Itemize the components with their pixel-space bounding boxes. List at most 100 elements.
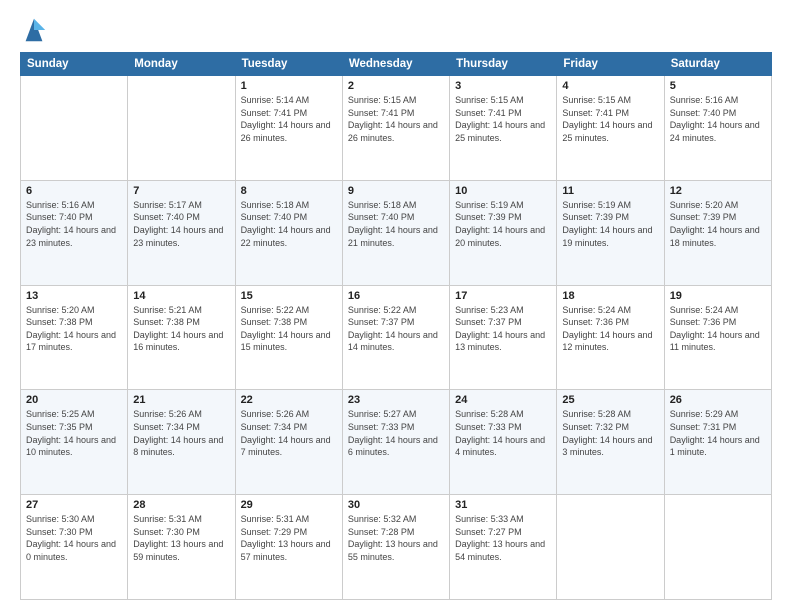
calendar-week-2: 6 Sunrise: 5:16 AM Sunset: 7:40 PM Daylig…	[21, 180, 772, 285]
day-number: 4	[562, 80, 658, 92]
day-info: Sunrise: 5:31 AM Sunset: 7:30 PM Dayligh…	[133, 513, 229, 563]
day-info: Sunrise: 5:20 AM Sunset: 7:38 PM Dayligh…	[26, 304, 122, 354]
day-number: 14	[133, 290, 229, 302]
calendar-cell: 29 Sunrise: 5:31 AM Sunset: 7:29 PM Dayli…	[235, 495, 342, 600]
calendar-cell: 16 Sunrise: 5:22 AM Sunset: 7:37 PM Dayli…	[342, 285, 449, 390]
day-info: Sunrise: 5:26 AM Sunset: 7:34 PM Dayligh…	[241, 408, 337, 458]
calendar-cell: 25 Sunrise: 5:28 AM Sunset: 7:32 PM Dayli…	[557, 390, 664, 495]
calendar-cell: 31Sunrise: 5:33 AM Sunset: 7:27 PM Dayli…	[450, 495, 557, 600]
calendar-cell: 28 Sunrise: 5:31 AM Sunset: 7:30 PM Dayli…	[128, 495, 235, 600]
calendar-cell: 11 Sunrise: 5:19 AM Sunset: 7:39 PM Dayli…	[557, 180, 664, 285]
day-info: Sunrise: 5:15 AM Sunset: 7:41 PM Dayligh…	[455, 94, 551, 144]
day-number: 30	[348, 499, 444, 511]
calendar-week-3: 13 Sunrise: 5:20 AM Sunset: 7:38 PM Dayli…	[21, 285, 772, 390]
calendar-week-5: 27 Sunrise: 5:30 AM Sunset: 7:30 PM Dayli…	[21, 495, 772, 600]
day-number: 1	[241, 80, 337, 92]
column-header-tuesday: Tuesday	[235, 53, 342, 76]
day-number: 19	[670, 290, 766, 302]
day-info: Sunrise: 5:24 AM Sunset: 7:36 PM Dayligh…	[562, 304, 658, 354]
day-number: 26	[670, 394, 766, 406]
calendar-cell: 21 Sunrise: 5:26 AM Sunset: 7:34 PM Dayli…	[128, 390, 235, 495]
calendar-cell: 3 Sunrise: 5:15 AM Sunset: 7:41 PM Daylig…	[450, 76, 557, 181]
calendar-week-4: 20 Sunrise: 5:25 AM Sunset: 7:35 PM Dayli…	[21, 390, 772, 495]
day-number: 22	[241, 394, 337, 406]
day-info: Sunrise: 5:31 AM Sunset: 7:29 PM Dayligh…	[241, 513, 337, 563]
day-number: 23	[348, 394, 444, 406]
calendar-cell: 9Sunrise: 5:18 AM Sunset: 7:40 PM Daylig…	[342, 180, 449, 285]
calendar-cell: 17Sunrise: 5:23 AM Sunset: 7:37 PM Dayli…	[450, 285, 557, 390]
day-number: 29	[241, 499, 337, 511]
calendar-cell: 12Sunrise: 5:20 AM Sunset: 7:39 PM Dayli…	[664, 180, 771, 285]
day-info: Sunrise: 5:14 AM Sunset: 7:41 PM Dayligh…	[241, 94, 337, 144]
day-info: Sunrise: 5:15 AM Sunset: 7:41 PM Dayligh…	[348, 94, 444, 144]
day-info: Sunrise: 5:22 AM Sunset: 7:37 PM Dayligh…	[348, 304, 444, 354]
column-header-saturday: Saturday	[664, 53, 771, 76]
calendar-cell: 24Sunrise: 5:28 AM Sunset: 7:33 PM Dayli…	[450, 390, 557, 495]
calendar-cell: 15Sunrise: 5:22 AM Sunset: 7:38 PM Dayli…	[235, 285, 342, 390]
calendar-cell: 22 Sunrise: 5:26 AM Sunset: 7:34 PM Dayli…	[235, 390, 342, 495]
column-header-friday: Friday	[557, 53, 664, 76]
calendar-cell: 10 Sunrise: 5:19 AM Sunset: 7:39 PM Dayli…	[450, 180, 557, 285]
day-number: 16	[348, 290, 444, 302]
day-number: 8	[241, 185, 337, 197]
header	[20, 16, 772, 44]
calendar-cell: 20 Sunrise: 5:25 AM Sunset: 7:35 PM Dayli…	[21, 390, 128, 495]
day-info: Sunrise: 5:16 AM Sunset: 7:40 PM Dayligh…	[26, 199, 122, 249]
calendar-table: SundayMondayTuesdayWednesdayThursdayFrid…	[20, 52, 772, 600]
day-info: Sunrise: 5:21 AM Sunset: 7:38 PM Dayligh…	[133, 304, 229, 354]
calendar-cell: 6 Sunrise: 5:16 AM Sunset: 7:40 PM Daylig…	[21, 180, 128, 285]
day-number: 7	[133, 185, 229, 197]
day-info: Sunrise: 5:29 AM Sunset: 7:31 PM Dayligh…	[670, 408, 766, 458]
calendar-cell: 4 Sunrise: 5:15 AM Sunset: 7:41 PM Daylig…	[557, 76, 664, 181]
day-info: Sunrise: 5:16 AM Sunset: 7:40 PM Dayligh…	[670, 94, 766, 144]
calendar-cell	[664, 495, 771, 600]
day-number: 20	[26, 394, 122, 406]
calendar-cell: 14 Sunrise: 5:21 AM Sunset: 7:38 PM Dayli…	[128, 285, 235, 390]
calendar-cell	[21, 76, 128, 181]
day-info: Sunrise: 5:15 AM Sunset: 7:41 PM Dayligh…	[562, 94, 658, 144]
page: SundayMondayTuesdayWednesdayThursdayFrid…	[0, 0, 792, 612]
column-header-wednesday: Wednesday	[342, 53, 449, 76]
column-header-monday: Monday	[128, 53, 235, 76]
day-info: Sunrise: 5:20 AM Sunset: 7:39 PM Dayligh…	[670, 199, 766, 249]
calendar-body: 1 Sunrise: 5:14 AM Sunset: 7:41 PM Daylig…	[21, 76, 772, 600]
calendar-cell: 5Sunrise: 5:16 AM Sunset: 7:40 PM Daylig…	[664, 76, 771, 181]
logo-icon	[20, 16, 48, 44]
day-number: 28	[133, 499, 229, 511]
day-number: 15	[241, 290, 337, 302]
calendar-cell: 26 Sunrise: 5:29 AM Sunset: 7:31 PM Dayli…	[664, 390, 771, 495]
day-number: 25	[562, 394, 658, 406]
day-info: Sunrise: 5:24 AM Sunset: 7:36 PM Dayligh…	[670, 304, 766, 354]
day-info: Sunrise: 5:19 AM Sunset: 7:39 PM Dayligh…	[562, 199, 658, 249]
day-number: 13	[26, 290, 122, 302]
day-number: 10	[455, 185, 551, 197]
day-info: Sunrise: 5:25 AM Sunset: 7:35 PM Dayligh…	[26, 408, 122, 458]
column-header-sunday: Sunday	[21, 53, 128, 76]
day-info: Sunrise: 5:19 AM Sunset: 7:39 PM Dayligh…	[455, 199, 551, 249]
day-number: 3	[455, 80, 551, 92]
calendar-cell: 1 Sunrise: 5:14 AM Sunset: 7:41 PM Daylig…	[235, 76, 342, 181]
calendar-week-1: 1 Sunrise: 5:14 AM Sunset: 7:41 PM Daylig…	[21, 76, 772, 181]
calendar-cell: 18 Sunrise: 5:24 AM Sunset: 7:36 PM Dayli…	[557, 285, 664, 390]
calendar-cell	[557, 495, 664, 600]
day-info: Sunrise: 5:30 AM Sunset: 7:30 PM Dayligh…	[26, 513, 122, 563]
calendar-cell: 23Sunrise: 5:27 AM Sunset: 7:33 PM Dayli…	[342, 390, 449, 495]
day-info: Sunrise: 5:28 AM Sunset: 7:32 PM Dayligh…	[562, 408, 658, 458]
column-header-thursday: Thursday	[450, 53, 557, 76]
calendar-cell: 27 Sunrise: 5:30 AM Sunset: 7:30 PM Dayli…	[21, 495, 128, 600]
day-number: 18	[562, 290, 658, 302]
calendar-cell: 7 Sunrise: 5:17 AM Sunset: 7:40 PM Daylig…	[128, 180, 235, 285]
calendar-cell: 13 Sunrise: 5:20 AM Sunset: 7:38 PM Dayli…	[21, 285, 128, 390]
day-number: 21	[133, 394, 229, 406]
day-info: Sunrise: 5:26 AM Sunset: 7:34 PM Dayligh…	[133, 408, 229, 458]
day-number: 31	[455, 499, 551, 511]
day-number: 24	[455, 394, 551, 406]
calendar-cell: 19 Sunrise: 5:24 AM Sunset: 7:36 PM Dayli…	[664, 285, 771, 390]
day-number: 2	[348, 80, 444, 92]
day-number: 11	[562, 185, 658, 197]
day-number: 9	[348, 185, 444, 197]
day-number: 6	[26, 185, 122, 197]
calendar-cell: 8Sunrise: 5:18 AM Sunset: 7:40 PM Daylig…	[235, 180, 342, 285]
day-info: Sunrise: 5:17 AM Sunset: 7:40 PM Dayligh…	[133, 199, 229, 249]
day-number: 27	[26, 499, 122, 511]
